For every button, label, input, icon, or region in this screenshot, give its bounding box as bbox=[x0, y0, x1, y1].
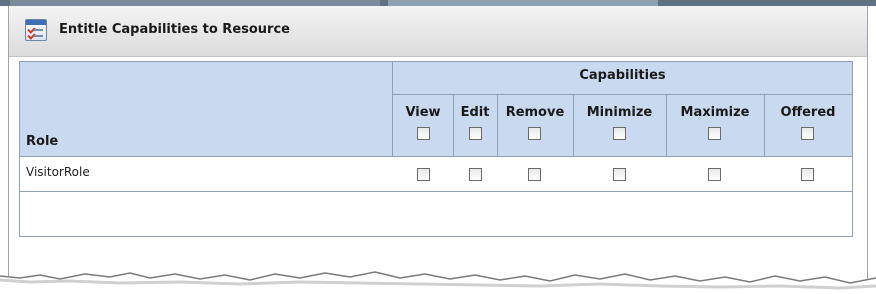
select-all-maximize-checkbox[interactable] bbox=[708, 127, 721, 140]
column-header-minimize: Minimize bbox=[573, 95, 666, 156]
row-offered-checkbox[interactable] bbox=[801, 168, 814, 181]
row-edit-checkbox[interactable] bbox=[469, 168, 482, 181]
column-header-edit: Edit bbox=[453, 95, 497, 156]
select-all-view-checkbox[interactable] bbox=[417, 127, 430, 140]
column-label-offered: Offered bbox=[780, 105, 836, 120]
column-header-remove: Remove bbox=[497, 95, 573, 156]
capabilities-group-header: Capabilities bbox=[579, 68, 666, 83]
row-view-checkbox[interactable] bbox=[417, 168, 430, 181]
column-header-maximize: Maximize bbox=[666, 95, 764, 156]
panel-header: Entitle Capabilities to Resource bbox=[9, 6, 867, 57]
checklist-icon bbox=[25, 19, 47, 41]
capabilities-table: Capabilities Role View Edit Remove Minim… bbox=[19, 61, 853, 237]
table-row: VisitorRole bbox=[20, 157, 852, 192]
select-all-offered-checkbox[interactable] bbox=[801, 127, 814, 140]
column-header-view: View bbox=[393, 95, 453, 156]
column-label-view: View bbox=[405, 105, 441, 120]
column-header-offered: Offered bbox=[764, 95, 852, 156]
panel-title: Entitle Capabilities to Resource bbox=[59, 22, 290, 37]
column-label-remove: Remove bbox=[505, 105, 565, 120]
row-maximize-checkbox[interactable] bbox=[708, 168, 721, 181]
screenshot-frame: Entitle Capabilities to Resource Capabil… bbox=[0, 0, 876, 294]
select-all-edit-checkbox[interactable] bbox=[469, 127, 482, 140]
row-remove-checkbox[interactable] bbox=[528, 168, 541, 181]
torn-edge-decoration bbox=[0, 271, 876, 294]
entitle-capabilities-panel: Entitle Capabilities to Resource Capabil… bbox=[8, 6, 868, 294]
row-minimize-checkbox[interactable] bbox=[613, 168, 626, 181]
select-all-minimize-checkbox[interactable] bbox=[613, 127, 626, 140]
role-name-cell: VisitorRole bbox=[26, 165, 90, 179]
select-all-remove-checkbox[interactable] bbox=[528, 127, 541, 140]
column-label-maximize: Maximize bbox=[680, 105, 750, 120]
table-header: Capabilities Role View Edit Remove Minim… bbox=[20, 62, 852, 157]
role-column-header: Role bbox=[26, 134, 59, 149]
column-label-minimize: Minimize bbox=[586, 105, 653, 120]
column-label-edit: Edit bbox=[460, 105, 490, 120]
